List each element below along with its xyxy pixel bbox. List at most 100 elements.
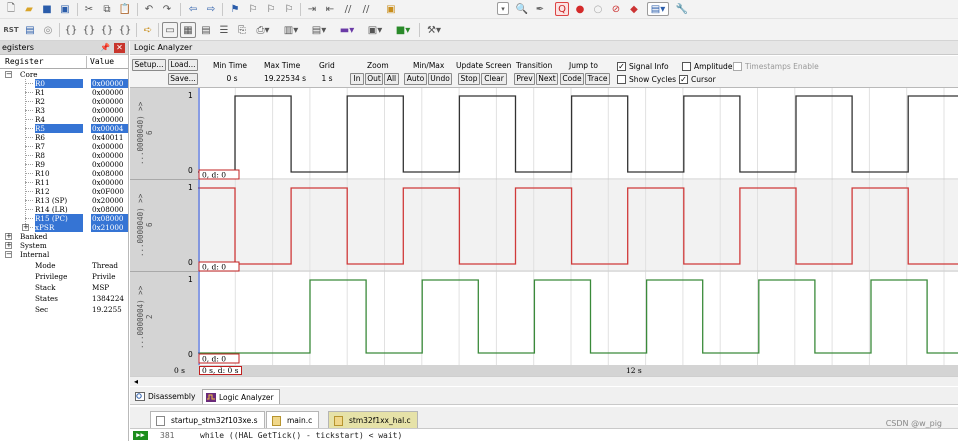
enable-breakpoint-icon[interactable]: ○ xyxy=(591,2,605,16)
memory-window-icon[interactable]: ▥▾ xyxy=(280,22,302,38)
signal-name[interactable]: ...0000040) >> 6 xyxy=(136,190,156,260)
internal-row[interactable]: Stack MSP xyxy=(0,282,128,293)
trace-window-icon[interactable]: ▣▾ xyxy=(364,22,386,38)
signal-name[interactable]: ...0000004) >> 2 xyxy=(136,282,156,352)
signal-name[interactable]: ...0000040) >> 6 xyxy=(136,98,156,168)
window-layout-icon[interactable]: ▤▾ xyxy=(647,2,669,16)
save-button[interactable]: Save... xyxy=(168,73,198,85)
cut-icon[interactable]: ✂ xyxy=(82,2,96,16)
copy-icon[interactable]: ⧉ xyxy=(100,2,114,16)
command-window-icon[interactable]: ▭ xyxy=(162,22,178,38)
close-icon[interactable]: ✕ xyxy=(114,43,125,53)
expand-icon[interactable]: + xyxy=(5,242,12,249)
register-row[interactable]: R12 0x0F000 xyxy=(0,187,128,196)
clear-bookmarks-icon[interactable]: ⚐ xyxy=(282,2,296,16)
scroll-left-icon[interactable]: ◂ xyxy=(134,377,138,386)
collapse-icon[interactable]: − xyxy=(5,71,12,78)
dropdown-icon[interactable]: ▾ xyxy=(497,2,509,15)
uncomment-icon[interactable]: // xyxy=(359,2,373,16)
insert-breakpoint-icon[interactable]: ● xyxy=(573,2,587,16)
register-column-header[interactable]: Register xyxy=(5,55,44,69)
analysis-window-icon[interactable]: ▬▾ xyxy=(336,22,358,38)
internal-row[interactable]: Sec 19.2255 xyxy=(0,304,128,315)
signal-info-checkbox[interactable]: ✓ xyxy=(617,62,626,71)
run-to-cursor-icon[interactable]: {} xyxy=(117,22,133,38)
register-row[interactable]: R11 0x00000 xyxy=(0,178,128,187)
registers-window-icon[interactable]: ☰ xyxy=(216,22,232,38)
internal-row[interactable]: Privilege Privile xyxy=(0,271,128,282)
configure-icon[interactable]: 🔧 xyxy=(675,2,689,16)
amplitude-checkbox[interactable] xyxy=(682,62,691,71)
navigate-back-icon[interactable]: ⇦ xyxy=(186,2,200,16)
kill-breakpoints-icon[interactable]: ◆ xyxy=(627,2,641,16)
step-into-icon[interactable]: {} xyxy=(63,22,79,38)
show-next-statement-icon[interactable]: ➪ xyxy=(140,22,156,38)
step-out-icon[interactable]: {} xyxy=(99,22,115,38)
disassembly-window-icon[interactable]: ▦ xyxy=(180,22,196,38)
save-icon[interactable]: ■ xyxy=(40,2,54,16)
timestamps-checkbox[interactable] xyxy=(733,62,742,71)
column-divider[interactable] xyxy=(86,56,87,68)
transition-next-button[interactable]: Next xyxy=(536,73,558,85)
waveform-plot[interactable]: 0, d: 0 0, d: 0 0, d: 0 xyxy=(198,88,958,376)
file-tab-startup[interactable]: startup_stm32f103xe.s xyxy=(150,411,265,428)
register-row[interactable]: R1 0x00000 xyxy=(0,88,128,97)
register-row[interactable]: R7 0x00000 xyxy=(0,142,128,151)
system-viewer-icon[interactable]: ■▾ xyxy=(392,22,414,38)
tree-group-core[interactable]: − Core xyxy=(0,70,128,79)
undo-icon[interactable]: ↶ xyxy=(142,2,156,16)
register-row[interactable]: R8 0x00000 xyxy=(0,151,128,160)
indent-icon[interactable]: ⇥ xyxy=(305,2,319,16)
watch-window-icon[interactable]: ⎙▾ xyxy=(252,22,274,38)
navigate-forward-icon[interactable]: ⇨ xyxy=(204,2,218,16)
register-row[interactable]: R2 0x00000 xyxy=(0,97,128,106)
register-row[interactable]: R14 (LR) 0x08000 xyxy=(0,205,128,214)
register-row[interactable]: R13 (SP) 0x20000 xyxy=(0,196,128,205)
register-row[interactable]: R4 0x00000 xyxy=(0,115,128,124)
open-folder-icon[interactable]: ▰ xyxy=(22,2,36,16)
expand-icon[interactable]: + xyxy=(5,233,12,240)
find-icon[interactable]: 🔍 xyxy=(515,2,529,16)
register-row[interactable]: R15 (PC) 0x08000 xyxy=(0,214,128,223)
symbols-window-icon[interactable]: ▤ xyxy=(198,22,214,38)
register-row[interactable]: R9 0x00000 xyxy=(0,160,128,169)
setup-button[interactable]: Setup... xyxy=(132,59,166,71)
pin-icon[interactable]: 📌 xyxy=(100,41,110,55)
incremental-find-icon[interactable]: ✒ xyxy=(533,2,547,16)
disable-breakpoints-icon[interactable]: ⊘ xyxy=(609,2,623,16)
call-stack-icon[interactable]: ⎘ xyxy=(234,22,250,38)
tab-logic-analyzer[interactable]: Logic Analyzer xyxy=(202,389,280,404)
unindent-icon[interactable]: ⇤ xyxy=(323,2,337,16)
register-row[interactable]: R10 0x08000 xyxy=(0,169,128,178)
stop-icon[interactable]: ◎ xyxy=(40,22,56,38)
file-tab-hal[interactable]: stm32f1xx_hal.c xyxy=(328,411,418,428)
serial-window-icon[interactable]: ▤▾ xyxy=(308,22,330,38)
horizontal-scrollbar[interactable]: ◂ xyxy=(130,376,958,386)
zoom-all-button[interactable]: All xyxy=(384,73,399,85)
step-over-icon[interactable]: {} xyxy=(81,22,97,38)
minmax-auto-button[interactable]: Auto xyxy=(404,73,427,85)
expand-icon[interactable]: + xyxy=(22,224,29,231)
tree-group-system[interactable]: + System xyxy=(0,241,128,250)
toolbox-icon[interactable]: ⚒▾ xyxy=(423,22,445,38)
tree-group-internal[interactable]: − Internal xyxy=(0,250,128,259)
zoom-in-button[interactable]: In xyxy=(350,73,364,85)
new-file-icon[interactable]: 🗋 xyxy=(4,2,18,16)
internal-row[interactable]: States 1384224 xyxy=(0,293,128,304)
register-row[interactable]: R0 0x00000 xyxy=(0,79,128,88)
register-row[interactable]: R5 0x00004 xyxy=(0,124,128,133)
register-row[interactable]: R3 0x00000 xyxy=(0,106,128,115)
debug-session-icon[interactable]: Q xyxy=(555,2,569,16)
tab-disassembly[interactable]: Disassembly xyxy=(132,389,200,404)
value-column-header[interactable]: Value xyxy=(90,55,114,69)
reset-icon[interactable]: RST xyxy=(3,22,19,38)
file-tab-main[interactable]: main.c xyxy=(266,411,320,428)
find-in-files-icon[interactable]: ▣ xyxy=(384,2,398,16)
collapse-icon[interactable]: − xyxy=(5,251,12,258)
register-row[interactable]: + xPSR 0x21000 xyxy=(0,223,128,232)
code-editor-line[interactable]: ▶▶ 381 while ((HAL GetTick() - tickstart… xyxy=(130,430,958,441)
bookmark-icon[interactable]: ⚑ xyxy=(228,2,242,16)
load-button[interactable]: Load... xyxy=(168,59,198,71)
zoom-out-button[interactable]: Out xyxy=(365,73,383,85)
register-row[interactable]: R6 0x40011 xyxy=(0,133,128,142)
